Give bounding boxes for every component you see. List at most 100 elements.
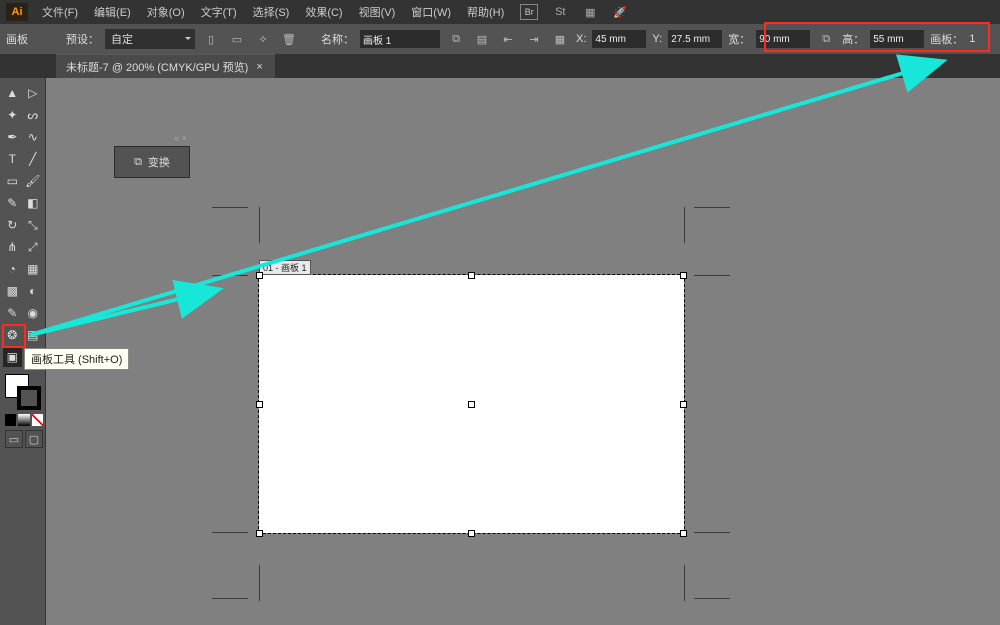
magic-wand-tool[interactable]: ✦: [3, 105, 22, 125]
color-mode-fill[interactable]: [5, 414, 16, 426]
panel-collapse-icon[interactable]: « ×: [174, 133, 187, 143]
menu-bar: Ai 文件(F) 编辑(E) 对象(O) 文字(T) 选择(S) 效果(C) 视…: [0, 0, 1000, 24]
w-input[interactable]: [756, 30, 810, 48]
crop-mark: [694, 275, 730, 276]
crop-mark: [694, 532, 730, 533]
draw-normal-icon[interactable]: ▭: [5, 430, 23, 448]
gradient-tool[interactable]: ◐: [24, 281, 43, 301]
preset-label: 预设：: [66, 31, 99, 47]
crop-mark: [212, 532, 248, 533]
screen-mode-icon[interactable]: ▢: [25, 430, 43, 448]
fill-stroke-swatches[interactable]: [5, 374, 41, 410]
handle-tl[interactable]: [256, 272, 263, 279]
w-label: 宽：: [728, 31, 750, 47]
link-wh-icon[interactable]: ⧉: [816, 29, 836, 49]
orientation-portrait-icon[interactable]: ▯: [201, 29, 221, 49]
transform-panel[interactable]: « × ⧉ 变换: [114, 146, 190, 178]
close-tab-icon[interactable]: ×: [254, 61, 264, 73]
artboard-options-icon[interactable]: ▤: [472, 29, 492, 49]
handle-r[interactable]: [680, 401, 687, 408]
type-tool[interactable]: T: [3, 149, 22, 169]
y-label: Y:: [652, 33, 662, 45]
free-transform-tool[interactable]: ⤢: [24, 237, 43, 257]
document-tab[interactable]: 未标题-7 @ 200% (CMYK/GPU 预览) ×: [56, 54, 275, 78]
stock-icon[interactable]: St: [550, 3, 570, 21]
align-right-icon[interactable]: ⇥: [524, 29, 544, 49]
handle-br[interactable]: [680, 530, 687, 537]
rectangle-tool[interactable]: ▭: [3, 171, 22, 191]
menu-type[interactable]: 文字(T): [195, 0, 243, 24]
artboard-tool-tooltip: 画板工具 (Shift+O): [24, 348, 129, 370]
y-input[interactable]: [668, 30, 722, 48]
rotate-tool[interactable]: ↻: [3, 215, 22, 235]
crop-mark: [684, 207, 685, 243]
align-left-icon[interactable]: ⇤: [498, 29, 518, 49]
shaper-tool[interactable]: ✎: [3, 193, 22, 213]
symbol-sprayer-tool[interactable]: ❂: [3, 325, 22, 345]
new-artboard-icon[interactable]: ✧: [253, 29, 273, 49]
color-mode-none[interactable]: [32, 414, 43, 426]
perspective-tool[interactable]: ▦: [24, 259, 43, 279]
handle-tr[interactable]: [680, 272, 687, 279]
brush-tool[interactable]: 🖌: [24, 171, 43, 191]
crop-mark: [684, 565, 685, 601]
scale-tool[interactable]: ⤡: [24, 215, 43, 235]
name-input[interactable]: [360, 30, 440, 48]
handle-l[interactable]: [256, 401, 263, 408]
h-label: 高：: [842, 31, 864, 47]
shape-builder-tool[interactable]: ◔: [3, 259, 22, 279]
canvas[interactable]: 01 - 画板 1 « × ⧉ 变换: [46, 78, 1000, 625]
preset-dropdown[interactable]: 自定: [105, 29, 195, 49]
color-mode-gradient[interactable]: [18, 414, 29, 426]
artboard-index-value: 1: [969, 33, 975, 45]
menu-help[interactable]: 帮助(H): [461, 0, 510, 24]
eraser-tool[interactable]: ◧: [24, 193, 43, 213]
delete-artboard-icon[interactable]: 🗑: [279, 29, 299, 49]
blend-tool[interactable]: ◉: [24, 303, 43, 323]
h-input[interactable]: [870, 30, 924, 48]
handle-bl[interactable]: [256, 530, 263, 537]
handle-b[interactable]: [468, 530, 475, 537]
menu-view[interactable]: 视图(V): [353, 0, 402, 24]
artboard-label[interactable]: 01 - 画板 1: [259, 260, 311, 275]
menu-effect[interactable]: 效果(C): [299, 0, 348, 24]
menu-edit[interactable]: 编辑(E): [88, 0, 137, 24]
pen-tool[interactable]: ✒: [3, 127, 22, 147]
work-area: ▲▷ ✦ᔕ ✒∿ T╱ ▭🖌 ✎◧ ↻⤡ ⋔⤢ ◔▦ ▩◐ ✎◉ ❂▤ ▣✂ ▭…: [0, 78, 1000, 625]
panel-label: 画板: [6, 31, 28, 47]
stroke-swatch[interactable]: [17, 386, 41, 410]
crop-mark: [694, 207, 730, 208]
crop-mark: [694, 598, 730, 599]
artboard-index-label: 画板：: [930, 31, 963, 47]
artboard-tool[interactable]: ▣: [3, 347, 22, 367]
arrange-docs-icon[interactable]: ▦: [580, 3, 600, 21]
curvature-tool[interactable]: ∿: [24, 127, 43, 147]
mesh-tool[interactable]: ▩: [3, 281, 22, 301]
menu-select[interactable]: 选择(S): [247, 0, 296, 24]
x-label: X:: [576, 33, 586, 45]
transform-panel-icon: ⧉: [134, 156, 142, 169]
document-tab-title: 未标题-7 @ 200% (CMYK/GPU 预览): [66, 59, 248, 75]
name-label: 名称：: [321, 31, 354, 47]
move-with-artboard-icon[interactable]: ⧉: [446, 29, 466, 49]
menu-object[interactable]: 对象(O): [141, 0, 191, 24]
control-bar: 画板 预设： 自定 ▯ ▭ ✧ 🗑 名称： ⧉ ▤ ⇤ ⇥ ▦ X: Y: 宽：…: [0, 24, 1000, 54]
color-mode-row: [5, 414, 43, 426]
orientation-landscape-icon[interactable]: ▭: [227, 29, 247, 49]
crop-mark: [212, 207, 248, 208]
handle-c[interactable]: [468, 401, 475, 408]
selection-tool[interactable]: ▲: [3, 83, 22, 103]
handle-t[interactable]: [468, 272, 475, 279]
direct-selection-tool[interactable]: ▷: [24, 83, 43, 103]
menu-window[interactable]: 窗口(W): [405, 0, 457, 24]
lasso-tool[interactable]: ᔕ: [24, 105, 43, 125]
line-tool[interactable]: ╱: [24, 149, 43, 169]
menu-file[interactable]: 文件(F): [36, 0, 84, 24]
gpu-info-icon[interactable]: 🚀: [610, 3, 630, 21]
eyedropper-tool[interactable]: ✎: [3, 303, 22, 323]
width-tool[interactable]: ⋔: [3, 237, 22, 257]
bridge-button[interactable]: Br: [520, 4, 538, 20]
x-input[interactable]: [592, 30, 646, 48]
reference-point-icon[interactable]: ▦: [550, 29, 570, 49]
graph-tool[interactable]: ▤: [24, 325, 43, 345]
